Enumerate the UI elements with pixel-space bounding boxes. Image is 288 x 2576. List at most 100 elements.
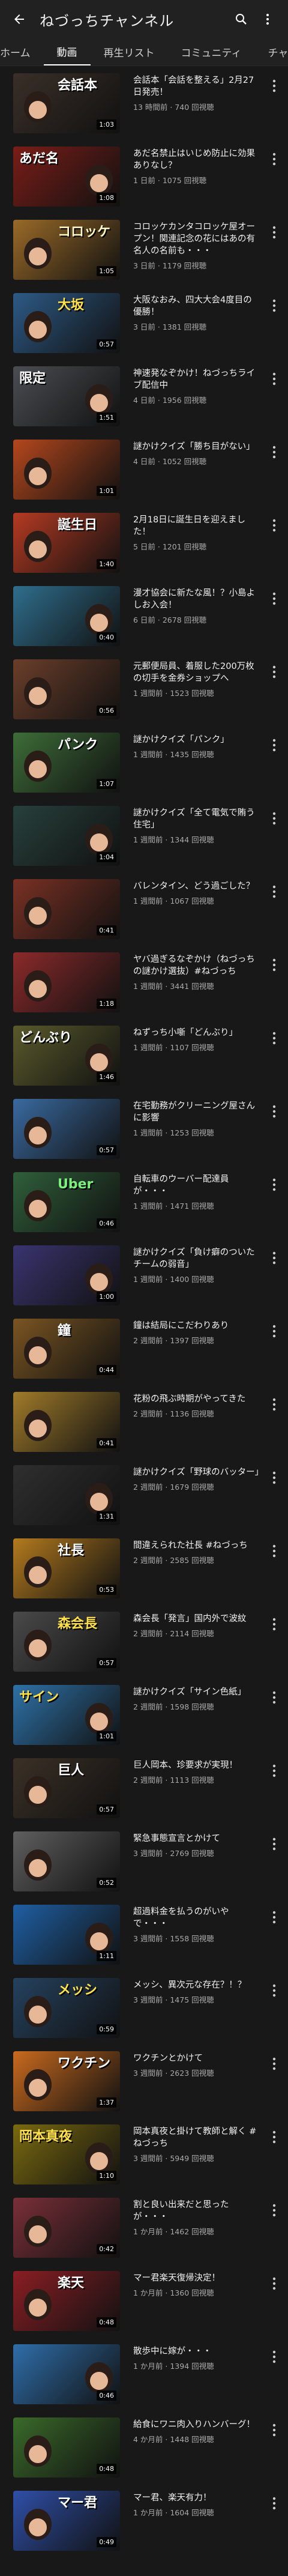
video-thumbnail[interactable]: 1:04 xyxy=(13,806,120,866)
video-more-button[interactable] xyxy=(268,736,281,754)
video-thumbnail[interactable]: サイン 1:01 xyxy=(13,1685,120,1745)
video-title[interactable]: 大阪なおみ、四大大会4度目の優勝！ xyxy=(133,294,260,318)
video-more-button[interactable] xyxy=(268,150,281,168)
video-title[interactable]: 自転車のウーバー配達員が・・・ xyxy=(133,1173,260,1197)
video-more-button[interactable] xyxy=(268,809,281,827)
video-more-button[interactable] xyxy=(268,443,281,461)
video-list-item[interactable]: 1:18 ヤバ過ぎるなぞかけ（ねづっちの謎かけ選抜）#ねづっち 1 週間前 · 34… xyxy=(0,945,288,1018)
video-thumbnail[interactable]: メッシ 0:59 xyxy=(13,1978,120,2038)
video-thumbnail[interactable]: 0:46 xyxy=(13,2344,120,2404)
video-list-item[interactable]: パンク 1:07 謎かけクイズ「パンク」 1 週間前 · 1435 回視聴 xyxy=(0,725,288,799)
video-list-item[interactable]: メッシ 0:59 メッシ、異次元な存在？！？ 3 週間前 · 1475 回視聴 xyxy=(0,1971,288,2044)
video-list-item[interactable]: 社長 0:53 間違えられた社長 #ねづっち 2 週間前 · 2585 回視聴 xyxy=(0,1531,288,1604)
video-title[interactable]: バレンタイン、どう過ごした？ xyxy=(133,880,260,892)
video-list-item[interactable]: 0:56 元郵便局員、着服した200万枚の切手を金券ショップへ 1 週間前 · 15… xyxy=(0,652,288,725)
tab-3[interactable]: コミュニティ xyxy=(168,38,255,65)
video-thumbnail[interactable]: 会話本 1:03 xyxy=(13,73,120,133)
video-list-item[interactable]: 0:46 散歩中に嫁が・・・ 1 か月前 · 1394 回視聴 xyxy=(0,2337,288,2410)
video-title[interactable]: 会話本「会話を整える」2月27日発売！ xyxy=(133,74,260,98)
video-title[interactable]: 割と良い出来だと思ったが・・・ xyxy=(133,2199,260,2223)
video-thumbnail[interactable]: 1:01 xyxy=(13,440,120,500)
video-more-button[interactable] xyxy=(268,297,281,315)
video-list-item[interactable]: マー君 0:49 マー君、楽天有力！ 1 か月前 · 1604 回視聴 xyxy=(0,2484,288,2557)
video-title[interactable]: 謎かけクイズ「勝ち目がない」 xyxy=(133,441,260,453)
video-title[interactable]: 岡本真夜と掛けて教師と解く #ねづっち xyxy=(133,2126,260,2150)
video-list-item[interactable]: サイン 1:01 謎かけクイズ「サイン色紙」 2 週間前 · 1598 回視聴 xyxy=(0,1678,288,1751)
video-title[interactable]: 緊急事態宣言とかけて xyxy=(133,1833,260,1845)
video-more-button[interactable] xyxy=(268,2348,281,2366)
video-more-button[interactable] xyxy=(268,1176,281,1194)
video-list-item[interactable]: 森会長 0:57 森会長「発言」国内外で波紋 2 週間前 · 2114 回視聴 xyxy=(0,1604,288,1678)
video-more-button[interactable] xyxy=(268,516,281,534)
video-thumbnail[interactable]: 1:00 xyxy=(13,1245,120,1305)
video-more-button[interactable] xyxy=(268,1689,281,1707)
back-button[interactable] xyxy=(7,7,31,31)
video-list-item[interactable]: 楽天 0:48 マー君楽天復帰決定！ 1 か月前 · 1360 回視聴 xyxy=(0,2264,288,2337)
video-list-item[interactable]: どんぶり 1:46 ねずっち小噺「どんぶり」 1 週間前 · 1107 回視聴 xyxy=(0,1018,288,1092)
video-list-item[interactable]: Uber 0:46 自転車のウーバー配達員が・・・ 1 週間前 · 1471 回視聴 xyxy=(0,1165,288,1238)
video-list-item[interactable]: 0:57 在宅勤務がクリーニング屋さんに影響 1 週間前 · 1253 回視聴 xyxy=(0,1092,288,1165)
video-more-button[interactable] xyxy=(268,590,281,608)
video-title[interactable]: 謎かけクイズ「野球のバッター」 xyxy=(133,1466,260,1478)
video-thumbnail[interactable]: Uber 0:46 xyxy=(13,1172,120,1232)
video-title[interactable]: 超過料金を払うのがいやで・・・ xyxy=(133,1906,260,1930)
video-thumbnail[interactable]: パンク 1:07 xyxy=(13,733,120,793)
video-thumbnail[interactable]: どんぶり 1:46 xyxy=(13,1026,120,1086)
video-thumbnail[interactable]: コロッケ 1:05 xyxy=(13,220,120,280)
video-thumbnail[interactable]: 0:40 xyxy=(13,586,120,646)
video-more-button[interactable] xyxy=(268,370,281,388)
video-title[interactable]: 花粉の飛ぶ時期がやってきた xyxy=(133,1393,260,1405)
video-more-button[interactable] xyxy=(268,77,281,95)
video-list-item[interactable]: 巨人 0:57 巨人岡本、珍要求が実現！ 2 週間前 · 1113 回視聴 xyxy=(0,1751,288,1824)
video-more-button[interactable] xyxy=(268,1029,281,1047)
video-more-button[interactable] xyxy=(268,1395,281,1413)
video-list-item[interactable]: 岡本真夜 1:10 岡本真夜と掛けて教師と解く #ねづっち 3 週間前 · 5949 … xyxy=(0,2117,288,2191)
video-list-item[interactable]: 1:11 超過料金を払うのがいやで・・・ 3 週間前 · 1558 回視聴 xyxy=(0,1897,288,1971)
video-title[interactable]: コロッケカンタコロッケ屋オープン！関連記念の花にはあの有名人の名前も・・・ xyxy=(133,221,260,257)
video-thumbnail[interactable]: 1:18 xyxy=(13,952,120,1012)
video-thumbnail[interactable]: 大坂 0:57 xyxy=(13,293,120,353)
video-list-item[interactable]: ワクチン 1:37 ワクチンとかけて 3 週間前 · 2623 回視聴 xyxy=(0,2044,288,2117)
video-thumbnail[interactable]: 1:31 xyxy=(13,1465,120,1525)
video-thumbnail[interactable]: 社長 0:53 xyxy=(13,1538,120,1598)
video-more-button[interactable] xyxy=(268,883,281,901)
video-thumbnail[interactable]: 0:57 xyxy=(13,1099,120,1159)
video-more-button[interactable] xyxy=(268,1469,281,1487)
video-more-button[interactable] xyxy=(268,956,281,974)
video-list-item[interactable]: 0:41 バレンタイン、どう過ごした？ 1 週間前 · 1067 回視聴 xyxy=(0,872,288,945)
video-more-button[interactable] xyxy=(268,2494,281,2512)
video-thumbnail[interactable]: あだ名 1:08 xyxy=(13,147,120,207)
video-thumbnail[interactable]: 岡本真夜 1:10 xyxy=(13,2124,120,2184)
video-list-item[interactable]: 0:42 割と良い出来だと思ったが・・・ 1 か月前 · 1462 回視聴 xyxy=(0,2191,288,2264)
video-title[interactable]: 神速発なぞかけ！ねづっちライブ配信中 xyxy=(133,367,260,392)
video-thumbnail[interactable]: マー君 0:49 xyxy=(13,2491,120,2551)
video-thumbnail[interactable]: 鐘 0:44 xyxy=(13,1319,120,1379)
video-thumbnail[interactable]: 森会長 0:57 xyxy=(13,1612,120,1672)
video-title[interactable]: 謎かけクイズ「負け癖のついたチームの弱音」 xyxy=(133,1247,260,1271)
video-title[interactable]: あだ名禁止はいじめ防止に効果ありなし？ xyxy=(133,148,260,172)
video-more-button[interactable] xyxy=(268,1908,281,1926)
video-more-button[interactable] xyxy=(268,2421,281,2439)
video-list-item[interactable]: 0:48 給食にワニ肉入りハンバーグ！ 4 か月前 · 1448 回視聴 xyxy=(0,2410,288,2484)
video-more-button[interactable] xyxy=(268,2275,281,2293)
video-title[interactable]: メッシ、異次元な存在？！？ xyxy=(133,1979,260,1991)
video-title[interactable]: 2月18日に誕生日を迎えました！ xyxy=(133,514,260,538)
video-thumbnail[interactable]: 0:41 xyxy=(13,1392,120,1452)
video-title[interactable]: 元郵便局員、着服した200万枚の切手を金券ショップへ xyxy=(133,661,260,685)
tab-1[interactable]: 動画 xyxy=(43,38,91,65)
video-list-item[interactable]: 0:52 緊急事態宣言とかけて 3 週間前 · 2769 回視聴 xyxy=(0,1824,288,1897)
video-more-button[interactable] xyxy=(268,1322,281,1340)
video-list-item[interactable]: 1:31 謎かけクイズ「野球のバッター」 2 週間前 · 1679 回視聴 xyxy=(0,1458,288,1531)
video-thumbnail[interactable]: 0:41 xyxy=(13,879,120,939)
video-title[interactable]: ワクチンとかけて xyxy=(133,2052,260,2064)
video-more-button[interactable] xyxy=(268,223,281,241)
video-more-button[interactable] xyxy=(268,663,281,681)
video-title[interactable]: マー君、楽天有力！ xyxy=(133,2492,260,2504)
video-more-button[interactable] xyxy=(268,1762,281,1780)
video-list-item[interactable]: 1:00 謎かけクイズ「負け癖のついたチームの弱音」 1 週間前 · 1400 回視… xyxy=(0,1238,288,1311)
video-thumbnail[interactable]: 0:52 xyxy=(13,1831,120,1891)
video-title[interactable]: マー君楽天復帰決定！ xyxy=(133,2272,260,2284)
video-list-item[interactable]: 0:40 漫才協会に新たな風！？小島よしお入会！ 6 日前 · 2678 回視聴 xyxy=(0,579,288,652)
video-list-item[interactable]: 1:04 謎かけクイズ「全て電気で賄う住宅」 1 週間前 · 1344 回視聴 xyxy=(0,799,288,872)
video-list-item[interactable]: 誕生日 1:40 2月18日に誕生日を迎えました！ 5 日前 · 1201 回視聴 xyxy=(0,506,288,579)
